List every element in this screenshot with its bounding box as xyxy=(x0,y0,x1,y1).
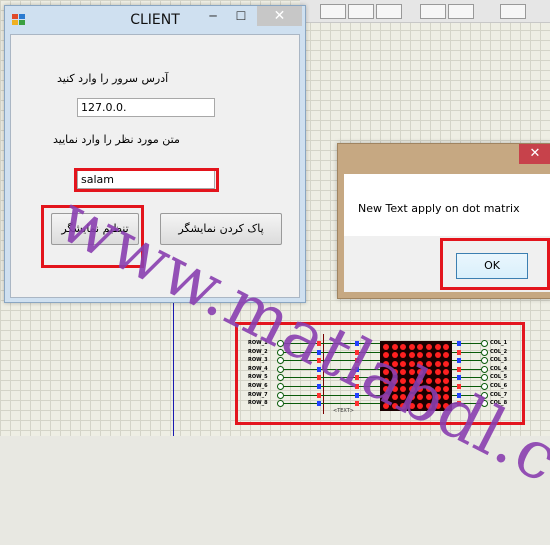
col-terminal xyxy=(481,365,488,373)
server-address-label: آدرس سرور را وارد کنید xyxy=(57,72,169,85)
led-dot xyxy=(443,344,450,350)
chip-label: <TEXT> xyxy=(333,408,354,414)
toolbar-cell xyxy=(348,4,374,19)
server-address-input[interactable] xyxy=(77,98,215,117)
ok-button-highlight xyxy=(440,238,550,290)
led-dot xyxy=(434,352,441,359)
toolbar-cell xyxy=(320,4,346,19)
led-dot xyxy=(434,344,441,350)
logic-probe xyxy=(457,341,461,346)
logic-probe xyxy=(457,349,461,355)
led-dot xyxy=(417,344,424,350)
col-label: COL_1 xyxy=(490,340,508,346)
row-label: ROW_4 xyxy=(248,365,268,372)
message-dialog: ✕ New Text apply on dot matrix OK xyxy=(337,143,550,299)
schematic-blue-line xyxy=(173,300,174,436)
dialog-message: New Text apply on dot matrix xyxy=(358,202,520,215)
led-dot xyxy=(426,344,432,350)
col-label: COL_6 xyxy=(490,383,508,389)
logic-probe xyxy=(317,401,321,407)
toolbar-cell xyxy=(420,4,446,19)
dialog-close-icon[interactable]: ✕ xyxy=(519,144,550,164)
toolbar-cell xyxy=(448,4,474,19)
maximize-icon[interactable]: ☐ xyxy=(227,6,255,26)
col-terminal xyxy=(481,340,488,347)
led-dot xyxy=(443,352,450,359)
logic-probe xyxy=(457,358,461,364)
row-label: ROW_6 xyxy=(248,383,268,389)
row-terminal xyxy=(277,383,284,390)
row-terminal xyxy=(277,391,284,399)
row-label: ROW_5 xyxy=(248,374,268,381)
background-toolbar xyxy=(300,0,550,23)
close-icon[interactable]: ✕ xyxy=(257,6,302,26)
minimize-icon[interactable]: ─ xyxy=(199,6,227,26)
dialog-content: New Text apply on dot matrix xyxy=(344,174,550,236)
logic-probe xyxy=(317,392,321,398)
col-label: COL_3 xyxy=(490,357,508,364)
toolbar-cell xyxy=(500,4,526,19)
col-label: COL_2 xyxy=(490,348,508,355)
text-input-label: متن مورد نظر را وارد نمایید xyxy=(53,133,180,146)
row-label: ROW_7 xyxy=(248,391,268,398)
col-label: COL_5 xyxy=(490,374,508,381)
col-label: COL_4 xyxy=(490,365,508,372)
col-terminal xyxy=(481,348,488,356)
row-label: ROW_8 xyxy=(248,400,268,407)
toolbar-cell xyxy=(376,4,402,19)
client-titlebar[interactable]: CLIENT ─ ☐ ✕ xyxy=(5,6,305,34)
